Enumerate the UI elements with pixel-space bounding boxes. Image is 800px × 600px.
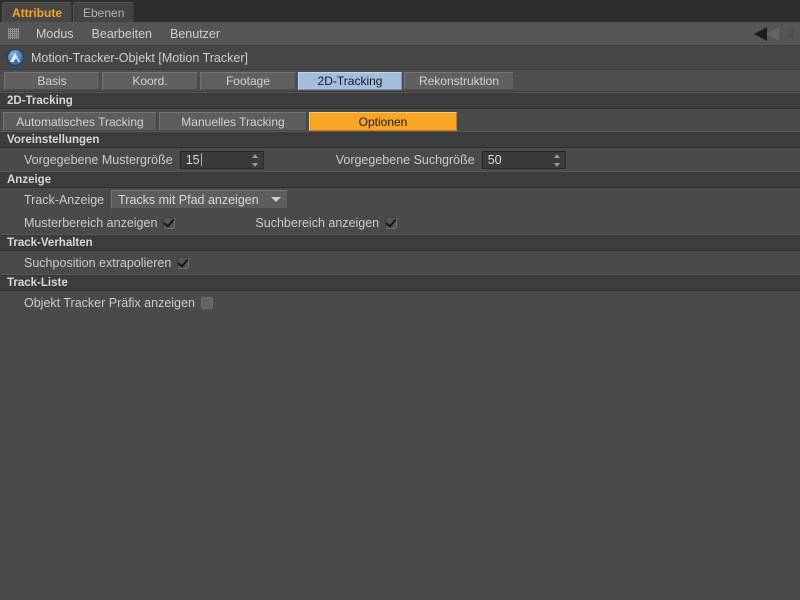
tab-rekonstruktion[interactable]: Rekonstruktion [404,71,514,90]
row-suchposition-extrapolieren: Suchposition extrapolieren [0,251,800,274]
group-header-track-verhalten[interactable]: Track-Verhalten [0,234,800,251]
label-track-anzeige: Track-Anzeige [24,192,105,207]
dropdown-track-anzeige-value: Tracks mit Pfad anzeigen [118,192,259,207]
menu-bar-right [754,22,794,46]
spinner-suchgroesse[interactable] [554,153,561,167]
label-vorgegebene-mustergroesse: Vorgegebene Mustergröße [24,152,173,167]
checkbox-musterbereich-anzeigen[interactable] [163,216,176,229]
tab-attribute[interactable]: Attribute [2,2,72,22]
tab-basis[interactable]: Basis [4,71,100,90]
row-track-anzeige: Track-Anzeige Tracks mit Pfad anzeigen [0,188,800,211]
button-manuelles-tracking[interactable]: Manuelles Tracking [159,111,307,131]
text-cursor [200,153,203,166]
spinner-up-icon[interactable] [554,153,561,158]
tracking-mode-button-group: Automatisches Tracking Manuelles Trackin… [0,109,800,131]
row-objekt-tracker-praefix: Objekt Tracker Präfix anzeigen [0,291,800,314]
label-objekt-tracker-praefix-anzeigen: Objekt Tracker Präfix anzeigen [24,295,195,310]
checkbox-suchposition-extrapolieren[interactable] [177,256,190,269]
button-automatisches-tracking[interactable]: Automatisches Tracking [3,111,157,131]
object-title: Motion-Tracker-Objekt [Motion Tracker] [31,50,248,65]
value-vorgegebene-suchgroesse: 50 [487,152,502,167]
spinner-down-icon[interactable] [554,162,561,167]
motion-tracker-object-icon [7,49,24,66]
group-header-voreinstellungen[interactable]: Voreinstellungen [0,131,800,148]
input-vorgegebene-suchgroesse[interactable]: 50 [481,150,566,169]
spinner-up-icon[interactable] [252,153,259,158]
checkbox-suchbereich-anzeigen[interactable] [385,216,398,229]
label-musterbereich-anzeigen: Musterbereich anzeigen [24,215,158,230]
menu-item-bearbeiten[interactable]: Bearbeiten [83,22,161,46]
tab-ebenen[interactable]: Ebenen [73,2,135,22]
tab-footage[interactable]: Footage [200,71,296,90]
input-vorgegebene-mustergroesse[interactable]: 15 [179,150,264,169]
spinner-mustergroesse[interactable] [252,153,259,167]
button-optionen[interactable]: Optionen [309,111,457,131]
checkbox-objekt-tracker-praefix-anzeigen[interactable] [200,296,213,309]
row-bereich-checkboxes: Musterbereich anzeigen Suchbereich anzei… [0,211,800,234]
group-header-track-liste[interactable]: Track-Liste [0,274,800,291]
menu-item-modus[interactable]: Modus [27,22,83,46]
triangle-left-shadow-icon [766,27,779,41]
dropdown-track-anzeige[interactable]: Tracks mit Pfad anzeigen [111,190,288,209]
attribute-content: 2D-Tracking Automatisches Tracking Manue… [0,92,800,595]
tab-koord[interactable]: Koord. [102,71,198,90]
label-suchbereich-anzeigen: Suchbereich anzeigen [255,215,380,230]
group-header-anzeige[interactable]: Anzeige [0,171,800,188]
label-vorgegebene-suchgroesse: Vorgegebene Suchgröße [335,152,475,167]
row-vorgegebene-groessen: Vorgegebene Mustergröße 15 Vorgegebene S… [0,148,800,171]
menu-item-benutzer[interactable]: Benutzer [161,22,229,46]
group-header-2d-tracking[interactable]: 2D-Tracking [0,92,800,109]
chevron-down-icon [270,197,281,202]
value-vorgegebene-mustergroesse: 15 [185,152,200,167]
object-header: Motion-Tracker-Objekt [Motion Tracker] [0,46,800,70]
triangle-left-edge-icon[interactable] [786,27,794,41]
attribute-tab-row: Basis Koord. Footage 2D-Tracking Rekonst… [0,70,800,92]
grip-dots-icon[interactable] [8,28,19,39]
spinner-down-icon[interactable] [252,162,259,167]
tab-2d-tracking[interactable]: 2D-Tracking [298,71,402,90]
panel-tab-strip: Attribute Ebenen [0,0,800,22]
menu-bar: Modus Bearbeiten Benutzer [0,22,800,46]
label-suchposition-extrapolieren: Suchposition extrapolieren [24,255,172,270]
